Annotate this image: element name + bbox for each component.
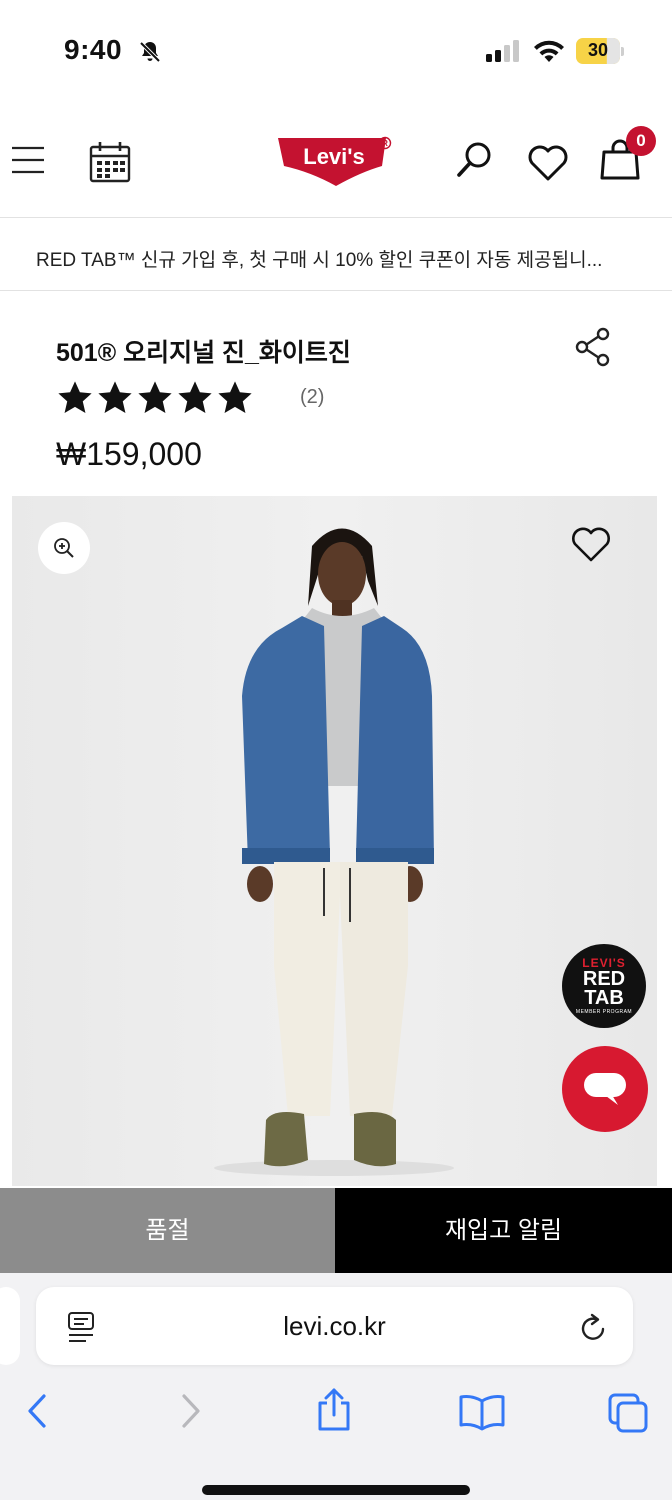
star-icon <box>98 381 132 414</box>
url-text: levi.co.kr <box>283 1311 386 1341</box>
status-bar: 9:40 30 <box>0 0 672 100</box>
zoom-in-icon <box>54 538 74 558</box>
bookmarks-icon[interactable] <box>458 1393 506 1431</box>
svg-text:R: R <box>382 139 388 148</box>
chat-bubble-icon <box>584 1073 626 1105</box>
star-icon <box>58 381 92 414</box>
heart-icon[interactable] <box>527 144 569 182</box>
promo-text: RED TAB™ 신규 가입 후, 첫 구매 시 10% 할인 쿠폰이 자동 제… <box>36 250 603 271</box>
search-icon[interactable] <box>455 140 495 180</box>
tabs-icon[interactable] <box>606 1393 650 1433</box>
redtab-red: RED <box>582 968 626 990</box>
reload-icon[interactable] <box>579 1311 609 1343</box>
redtab-caption: MEMBER PROGRAM <box>575 1009 633 1015</box>
product-image[interactable]: LEVI'S RED TAB MEMBER PROGRAM <box>12 496 657 1186</box>
soldout-button[interactable]: 품절 <box>0 1188 335 1273</box>
forward-icon[interactable] <box>176 1393 204 1429</box>
share-icon[interactable] <box>574 327 612 367</box>
star-icon <box>138 381 172 414</box>
site-header: Levi's R <box>0 108 672 218</box>
chat-button[interactable] <box>562 1046 648 1132</box>
cart-count-badge-overlay: 0 <box>626 126 656 156</box>
model-photo <box>12 496 657 1186</box>
product-price: ₩159,000 <box>56 436 202 472</box>
redtab-member-badge[interactable]: LEVI'S RED TAB MEMBER PROGRAM <box>562 944 646 1028</box>
rating-stars <box>56 378 254 418</box>
hamburger-menu-icon[interactable] <box>10 142 46 178</box>
product-title: 501® 오리지널 진_화이트진 <box>56 339 351 367</box>
back-icon[interactable] <box>24 1393 52 1429</box>
review-count[interactable]: (2) <box>300 386 324 409</box>
wishlist-heart-icon[interactable] <box>570 526 612 564</box>
browser-toolbar: levi.co.kr <box>0 1273 672 1500</box>
logo-text: Levi's <box>303 144 365 169</box>
zoom-button[interactable] <box>38 522 90 574</box>
promo-banner[interactable]: RED TAB™ 신규 가입 후, 첫 구매 시 10% 할인 쿠폰이 자동 제… <box>0 219 672 291</box>
status-time: 9:40 <box>64 34 123 65</box>
redtab-tab: TAB <box>584 987 624 1009</box>
home-indicator <box>202 1485 470 1495</box>
battery-level: 30 <box>587 40 609 60</box>
levis-logo[interactable]: Levi's R <box>276 136 396 188</box>
bell-slash-icon <box>139 41 161 63</box>
wifi-icon <box>534 40 564 62</box>
share-icon[interactable] <box>314 1387 354 1433</box>
calendar-icon[interactable] <box>88 140 132 184</box>
battery-icon: 30 <box>576 38 624 64</box>
star-icon <box>178 381 212 414</box>
signal-icon <box>486 40 519 62</box>
previous-tab-peek[interactable] <box>0 1287 20 1365</box>
address-bar[interactable]: levi.co.kr <box>36 1287 633 1365</box>
star-icon <box>218 381 252 414</box>
restock-notify-button[interactable]: 재입고 알림 <box>335 1188 672 1273</box>
